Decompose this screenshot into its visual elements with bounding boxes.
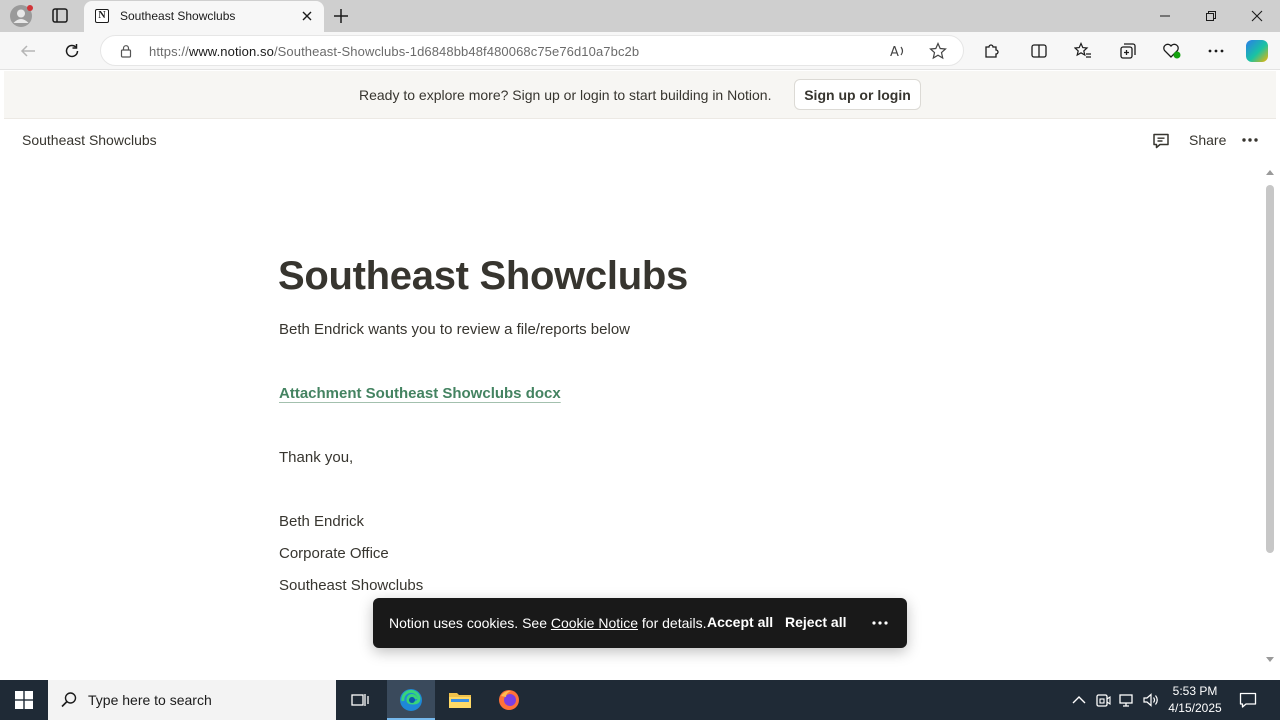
browser-tab[interactable]: N Southeast Showclubs — [84, 1, 324, 32]
collections-button[interactable] — [1118, 41, 1138, 61]
taskbar-edge-app[interactable] — [387, 680, 435, 720]
signup-banner: Ready to explore more? Sign up or login … — [4, 71, 1276, 119]
tab-title: Southeast Showclubs — [120, 9, 236, 23]
search-icon — [61, 692, 77, 708]
back-arrow-icon — [20, 45, 35, 57]
close-tab-icon[interactable] — [300, 9, 314, 23]
cookie-notice-link[interactable]: Cookie Notice — [551, 615, 638, 631]
tab-strip: N Southeast Showclubs — [0, 0, 1280, 32]
scroll-down-icon[interactable] — [1266, 657, 1274, 663]
close-window-button[interactable] — [1234, 0, 1280, 32]
signature-department: Corporate Office — [279, 545, 389, 562]
new-tab-icon[interactable] — [332, 7, 350, 25]
network-icon[interactable] — [1118, 691, 1136, 709]
show-hidden-icons-icon[interactable] — [1070, 691, 1088, 709]
cookie-text-after: for details. — [638, 615, 707, 631]
taskbar-file-explorer-app[interactable] — [436, 680, 484, 720]
reject-all-button[interactable]: Reject all — [785, 614, 846, 630]
closing-text: Thank you, — [279, 449, 354, 466]
cookie-consent-banner: Notion uses cookies. See Cookie Notice f… — [373, 598, 907, 648]
restore-button[interactable] — [1188, 0, 1234, 32]
page-title: Southeast Showclubs — [278, 254, 688, 298]
windows-taskbar: Type here to search 5:53 PM 4/15/2025 — [0, 680, 1280, 720]
more-options-icon[interactable] — [1240, 130, 1260, 150]
favorites-list-icon — [1074, 42, 1091, 58]
url-scheme: https:// — [149, 44, 189, 59]
split-screen-icon — [1031, 44, 1047, 58]
svg-text:A: A — [890, 45, 899, 60]
signup-login-button[interactable]: Sign up or login — [794, 79, 921, 110]
read-aloud-icon[interactable]: A — [889, 42, 907, 60]
back-button[interactable] — [18, 41, 38, 61]
page-content: Southeast Showclubs Beth Endrick wants y… — [278, 249, 978, 594]
puzzle-icon — [985, 44, 999, 58]
cookie-more-icon[interactable] — [870, 614, 890, 632]
copilot-icon[interactable] — [1246, 40, 1268, 62]
browser-toolbar: https://www.notion.so/Southeast-Showclub… — [0, 32, 1280, 70]
signature-name: Beth Endrick — [279, 513, 365, 530]
taskbar-clock[interactable]: 5:53 PM 4/15/2025 — [1162, 683, 1228, 717]
split-screen-button[interactable] — [1029, 41, 1049, 61]
minimize-icon — [1160, 15, 1170, 17]
url-host: www.notion.so — [188, 44, 274, 59]
refresh-button[interactable] — [62, 41, 82, 61]
firefox-icon — [499, 690, 519, 710]
notion-favicon-icon: N — [95, 9, 109, 23]
accept-all-button[interactable]: Accept all — [707, 614, 773, 630]
intro-text: Beth Endrick wants you to review a file/… — [279, 321, 630, 338]
volume-icon[interactable] — [1142, 691, 1160, 709]
notification-center-icon[interactable] — [1238, 690, 1258, 710]
task-view-icon — [351, 694, 369, 706]
breadcrumb[interactable]: Southeast Showclubs — [22, 132, 157, 148]
clock-time: 5:53 PM — [1172, 684, 1218, 698]
edge-browser-icon — [400, 689, 422, 711]
url-path: /Southeast-Showclubs-1d6848bb48f480068c7… — [273, 44, 640, 59]
search-placeholder: Type here to search — [88, 692, 212, 708]
folder-icon — [449, 693, 471, 708]
minimize-button[interactable] — [1142, 0, 1188, 32]
favorites-button[interactable] — [1073, 41, 1093, 61]
heart-pulse-icon — [1163, 43, 1181, 59]
settings-menu-button[interactable] — [1206, 41, 1226, 61]
clock-date: 4/15/2025 — [1168, 701, 1222, 715]
taskbar-firefox-app[interactable] — [485, 680, 533, 720]
tab-actions-icon[interactable] — [50, 7, 70, 25]
extensions-button[interactable] — [981, 41, 1001, 61]
url-text[interactable]: https://www.notion.so/Southeast-Showclub… — [149, 44, 639, 59]
task-view-button[interactable] — [336, 680, 384, 720]
start-button[interactable] — [0, 680, 48, 720]
profile-notification-dot — [27, 5, 33, 11]
signup-banner-text: Ready to explore more? Sign up or login … — [359, 87, 772, 103]
address-bar[interactable]: https://www.notion.so/Southeast-Showclub… — [100, 35, 964, 66]
meet-now-icon[interactable] — [1094, 691, 1112, 709]
page-viewport: Ready to explore more? Sign up or login … — [4, 71, 1276, 676]
favorite-star-icon[interactable] — [929, 42, 947, 60]
close-window-icon — [1251, 10, 1263, 22]
notion-topbar: Southeast Showclubs Share — [4, 119, 1276, 163]
windows-logo-icon — [15, 691, 33, 709]
taskbar-search-box[interactable]: Type here to search — [48, 680, 336, 720]
browser-essentials-button[interactable] — [1162, 41, 1182, 61]
scroll-thumb[interactable] — [1266, 185, 1274, 553]
more-horizontal-icon — [1208, 49, 1224, 53]
page-scrollbar[interactable] — [1263, 167, 1275, 672]
scroll-up-icon[interactable] — [1266, 169, 1274, 175]
refresh-icon — [65, 44, 79, 58]
signature-company: Southeast Showclubs — [279, 577, 424, 594]
lock-icon[interactable] — [119, 44, 133, 58]
comment-icon[interactable] — [1151, 131, 1171, 151]
collections-icon — [1120, 43, 1136, 59]
restore-icon — [1206, 11, 1216, 21]
attachment-link[interactable]: Attachment Southeast Showclubs docx — [279, 385, 561, 402]
share-button[interactable]: Share — [1189, 132, 1226, 148]
cookie-text-before: Notion uses cookies. See — [389, 615, 551, 631]
cookie-text: Notion uses cookies. See Cookie Notice f… — [389, 615, 707, 631]
